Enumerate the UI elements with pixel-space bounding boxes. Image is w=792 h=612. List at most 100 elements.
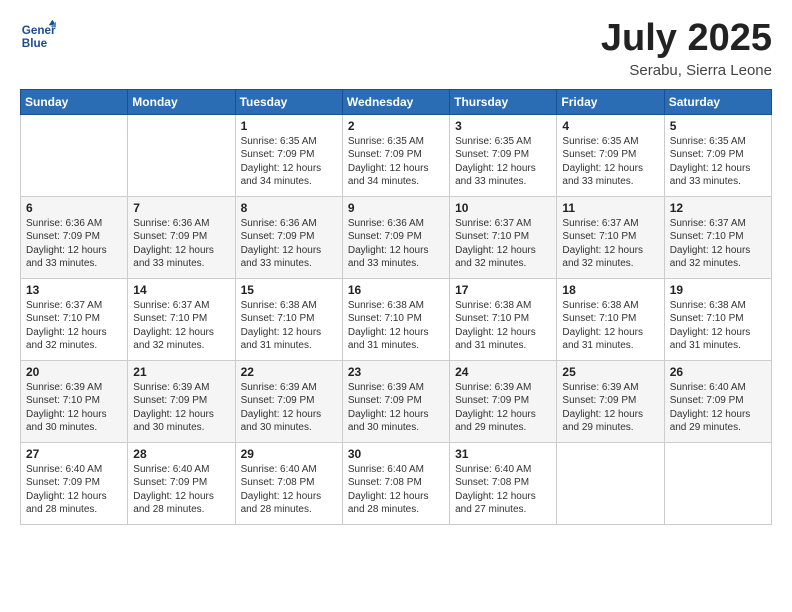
day-number: 14	[133, 283, 229, 297]
calendar-cell: 14 Sunrise: 6:37 AMSunset: 7:10 PMDayligh…	[128, 278, 235, 360]
location: Serabu, Sierra Leone	[601, 62, 772, 79]
day-info: Sunrise: 6:39 AMSunset: 7:09 PMDaylight:…	[348, 381, 444, 435]
day-number: 25	[562, 365, 658, 379]
day-info: Sunrise: 6:39 AMSunset: 7:09 PMDaylight:…	[133, 381, 229, 435]
calendar-cell	[557, 442, 664, 524]
header-row: SundayMondayTuesdayWednesdayThursdayFrid…	[21, 89, 772, 114]
calendar-cell: 30Sunrise: 6:40 AMSunset: 7:08 PMDayligh…	[342, 442, 449, 524]
day-number: 24	[455, 365, 551, 379]
day-info: Sunrise: 6:35 AMSunset: 7:09 PMDaylight:…	[348, 135, 444, 189]
calendar-week-row: 20 Sunrise: 6:39 AMSunset: 7:10 PMDayligh…	[21, 360, 772, 442]
day-number: 2	[348, 119, 444, 133]
day-info: Sunrise: 6:38 AMSunset: 7:10 PMDaylight:…	[241, 299, 337, 353]
day-header: Thursday	[450, 89, 557, 114]
day-info: Sunrise: 6:40 AMSunset: 7:08 PMDaylight:…	[455, 463, 551, 517]
day-header: Monday	[128, 89, 235, 114]
day-info: Sunrise: 6:37 AMSunset: 7:10 PMDaylight:…	[133, 299, 229, 353]
day-number: 27	[26, 447, 122, 461]
day-number: 17	[455, 283, 551, 297]
day-header: Sunday	[21, 89, 128, 114]
calendar-cell: 12Sunrise: 6:37 AMSunset: 7:10 PMDayligh…	[664, 196, 771, 278]
title-block: July 2025 Serabu, Sierra Leone	[601, 18, 772, 79]
day-info: Sunrise: 6:37 AMSunset: 7:10 PMDaylight:…	[455, 217, 551, 271]
day-number: 20	[26, 365, 122, 379]
day-number: 3	[455, 119, 551, 133]
calendar-cell: 4 Sunrise: 6:35 AMSunset: 7:09 PMDaylight…	[557, 114, 664, 196]
day-number: 19	[670, 283, 766, 297]
calendar-cell: 20 Sunrise: 6:39 AMSunset: 7:10 PMDayligh…	[21, 360, 128, 442]
day-info: Sunrise: 6:35 AMSunset: 7:09 PMDaylight:…	[455, 135, 551, 189]
calendar-cell	[664, 442, 771, 524]
calendar-table: SundayMondayTuesdayWednesdayThursdayFrid…	[20, 89, 772, 525]
calendar-week-row: 27 Sunrise: 6:40 AMSunset: 7:09 PMDayligh…	[21, 442, 772, 524]
day-info: Sunrise: 6:35 AMSunset: 7:09 PMDaylight:…	[670, 135, 766, 189]
calendar-cell: 10Sunrise: 6:37 AMSunset: 7:10 PMDayligh…	[450, 196, 557, 278]
calendar-cell: 21 Sunrise: 6:39 AMSunset: 7:09 PMDayligh…	[128, 360, 235, 442]
calendar-cell: 6 Sunrise: 6:36 AMSunset: 7:09 PMDaylight…	[21, 196, 128, 278]
day-number: 8	[241, 201, 337, 215]
day-info: Sunrise: 6:35 AMSunset: 7:09 PMDaylight:…	[241, 135, 337, 189]
logo-icon: General Blue	[20, 18, 56, 54]
day-number: 13	[26, 283, 122, 297]
day-info: Sunrise: 6:37 AMSunset: 7:10 PMDaylight:…	[670, 217, 766, 271]
day-number: 9	[348, 201, 444, 215]
day-info: Sunrise: 6:39 AMSunset: 7:09 PMDaylight:…	[562, 381, 658, 435]
day-number: 26	[670, 365, 766, 379]
calendar-cell: 2 Sunrise: 6:35 AMSunset: 7:09 PMDaylight…	[342, 114, 449, 196]
day-number: 6	[26, 201, 122, 215]
calendar-cell: 28Sunrise: 6:40 AMSunset: 7:09 PMDayligh…	[128, 442, 235, 524]
calendar-week-row: 6 Sunrise: 6:36 AMSunset: 7:09 PMDaylight…	[21, 196, 772, 278]
calendar-cell: 18 Sunrise: 6:38 AMSunset: 7:10 PMDayligh…	[557, 278, 664, 360]
day-info: Sunrise: 6:36 AMSunset: 7:09 PMDaylight:…	[133, 217, 229, 271]
day-number: 5	[670, 119, 766, 133]
day-info: Sunrise: 6:38 AMSunset: 7:10 PMDaylight:…	[562, 299, 658, 353]
calendar-cell	[21, 114, 128, 196]
day-header: Saturday	[664, 89, 771, 114]
day-info: Sunrise: 6:39 AMSunset: 7:09 PMDaylight:…	[455, 381, 551, 435]
day-info: Sunrise: 6:36 AMSunset: 7:09 PMDaylight:…	[26, 217, 122, 271]
calendar-cell: 29Sunrise: 6:40 AMSunset: 7:08 PMDayligh…	[235, 442, 342, 524]
day-info: Sunrise: 6:38 AMSunset: 7:10 PMDaylight:…	[670, 299, 766, 353]
day-info: Sunrise: 6:36 AMSunset: 7:09 PMDaylight:…	[241, 217, 337, 271]
day-info: Sunrise: 6:38 AMSunset: 7:10 PMDaylight:…	[455, 299, 551, 353]
calendar-cell: 23Sunrise: 6:39 AMSunset: 7:09 PMDayligh…	[342, 360, 449, 442]
day-info: Sunrise: 6:39 AMSunset: 7:09 PMDaylight:…	[241, 381, 337, 435]
calendar-cell: 27 Sunrise: 6:40 AMSunset: 7:09 PMDayligh…	[21, 442, 128, 524]
day-info: Sunrise: 6:36 AMSunset: 7:09 PMDaylight:…	[348, 217, 444, 271]
calendar-cell	[128, 114, 235, 196]
svg-text:General: General	[22, 24, 56, 37]
svg-text:Blue: Blue	[22, 37, 48, 50]
calendar-cell: 17 Sunrise: 6:38 AMSunset: 7:10 PMDayligh…	[450, 278, 557, 360]
day-header: Tuesday	[235, 89, 342, 114]
day-number: 18	[562, 283, 658, 297]
calendar-cell: 8 Sunrise: 6:36 AMSunset: 7:09 PMDaylight…	[235, 196, 342, 278]
day-info: Sunrise: 6:38 AMSunset: 7:10 PMDaylight:…	[348, 299, 444, 353]
calendar-cell: 25 Sunrise: 6:39 AMSunset: 7:09 PMDayligh…	[557, 360, 664, 442]
month-title: July 2025	[601, 18, 772, 60]
day-info: Sunrise: 6:39 AMSunset: 7:10 PMDaylight:…	[26, 381, 122, 435]
day-number: 11	[562, 201, 658, 215]
day-number: 7	[133, 201, 229, 215]
day-info: Sunrise: 6:35 AMSunset: 7:09 PMDaylight:…	[562, 135, 658, 189]
day-number: 4	[562, 119, 658, 133]
calendar-cell: 13Sunrise: 6:37 AMSunset: 7:10 PMDayligh…	[21, 278, 128, 360]
day-info: Sunrise: 6:40 AMSunset: 7:09 PMDaylight:…	[133, 463, 229, 517]
calendar-cell: 9 Sunrise: 6:36 AMSunset: 7:09 PMDaylight…	[342, 196, 449, 278]
calendar-cell: 15 Sunrise: 6:38 AMSunset: 7:10 PMDayligh…	[235, 278, 342, 360]
calendar-cell: 16 Sunrise: 6:38 AMSunset: 7:10 PMDayligh…	[342, 278, 449, 360]
calendar-cell: 3 Sunrise: 6:35 AMSunset: 7:09 PMDaylight…	[450, 114, 557, 196]
day-number: 1	[241, 119, 337, 133]
day-info: Sunrise: 6:40 AMSunset: 7:09 PMDaylight:…	[26, 463, 122, 517]
day-number: 15	[241, 283, 337, 297]
calendar-cell: 26Sunrise: 6:40 AMSunset: 7:09 PMDayligh…	[664, 360, 771, 442]
day-number: 16	[348, 283, 444, 297]
calendar-cell: 11Sunrise: 6:37 AMSunset: 7:10 PMDayligh…	[557, 196, 664, 278]
page: General Blue July 2025 Serabu, Sierra Le…	[0, 0, 792, 612]
calendar-week-row: 1 Sunrise: 6:35 AMSunset: 7:09 PMDaylight…	[21, 114, 772, 196]
calendar-cell: 19 Sunrise: 6:38 AMSunset: 7:10 PMDayligh…	[664, 278, 771, 360]
calendar-cell: 5 Sunrise: 6:35 AMSunset: 7:09 PMDaylight…	[664, 114, 771, 196]
day-number: 21	[133, 365, 229, 379]
calendar-week-row: 13 Sunrise: 6:37 AMSunset: 7:10 PMDayligh…	[21, 278, 772, 360]
day-number: 22	[241, 365, 337, 379]
day-info: Sunrise: 6:40 AMSunset: 7:08 PMDaylight:…	[348, 463, 444, 517]
